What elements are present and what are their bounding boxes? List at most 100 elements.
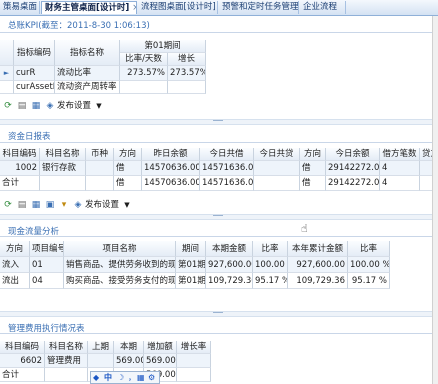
table-cell[interactable]: 合计: [0, 368, 45, 382]
table-cell[interactable]: 第01期间: [176, 257, 206, 273]
table-cell[interactable]: 29142272.00: [326, 176, 380, 191]
table-cell[interactable]: 569.00: [114, 354, 144, 368]
column-header[interactable]: 借方笔数: [380, 148, 420, 161]
table-cell[interactable]: [40, 176, 86, 191]
table-cell[interactable]: [45, 368, 88, 382]
column-header[interactable]: 币种: [86, 148, 114, 161]
tab-policy-desktop[interactable]: 策易桌面: [0, 1, 40, 14]
table-cell[interactable]: 04: [30, 273, 64, 289]
table-cell[interactable]: [86, 176, 114, 191]
print-icon[interactable]: ▤: [17, 101, 27, 111]
table-cell[interactable]: 273.57%: [168, 66, 206, 81]
table-cell[interactable]: 273.57%: [120, 66, 168, 81]
table-cell[interactable]: 109,729.36: [288, 273, 348, 289]
table-cell[interactable]: 1002: [0, 161, 40, 176]
vertical-scrollbar[interactable]: [432, 16, 438, 384]
moon-icon[interactable]: ☽: [117, 372, 124, 383]
table-cell[interactable]: [168, 81, 206, 94]
column-header[interactable]: 科目编码: [0, 148, 40, 161]
table-cell[interactable]: 100.00 %: [253, 257, 288, 273]
table-cell[interactable]: 01: [30, 257, 64, 273]
column-header-code[interactable]: 指标编码: [14, 40, 55, 66]
table-cell[interactable]: 第01期间: [176, 273, 206, 289]
tab-flowchart-desktop[interactable]: 流程图桌面[设计时]: [138, 1, 218, 14]
table-cell[interactable]: [177, 368, 211, 382]
column-header[interactable]: 今日共贷: [254, 148, 300, 161]
document-icon[interactable]: ▦: [31, 200, 41, 210]
column-header-period[interactable]: 第01期间: [120, 40, 206, 53]
table-cell[interactable]: 借: [114, 176, 142, 191]
document-icon[interactable]: ▦: [31, 101, 41, 111]
table-cell[interactable]: 14571636.00: [200, 161, 254, 176]
table-cell[interactable]: 14571636.00: [200, 176, 254, 191]
column-header[interactable]: 本期: [114, 341, 144, 354]
table-cell[interactable]: 购买商品、接受劳务支付的现金: [64, 273, 176, 289]
table-cell[interactable]: 14570636.00: [142, 161, 200, 176]
table-cell[interactable]: [254, 176, 300, 191]
column-header[interactable]: 增长率: [177, 341, 211, 354]
tab-alert-task-management[interactable]: 预警和定时任务管理: [219, 1, 299, 14]
table-cell[interactable]: 借: [300, 176, 326, 191]
column-header-name[interactable]: 指标名称: [55, 40, 120, 66]
table-cell[interactable]: 29142272.00: [326, 161, 380, 176]
table-cell[interactable]: 4: [380, 161, 420, 176]
table-cell[interactable]: [86, 161, 114, 176]
keyboard-icon[interactable]: ▦: [137, 372, 145, 383]
column-header[interactable]: 上期: [88, 341, 114, 354]
column-header[interactable]: 今日共借: [200, 148, 254, 161]
table-cell[interactable]: [177, 354, 211, 368]
tab-finance-manager-desktop[interactable]: 财务主管桌面[设计时]×: [41, 1, 137, 14]
column-header-ratio[interactable]: 比率/天数: [120, 53, 168, 66]
column-header[interactable]: 项目编号: [30, 241, 64, 257]
table-cell[interactable]: 6602: [0, 354, 45, 368]
chevron-down-icon[interactable]: ▼: [94, 101, 104, 111]
column-header[interactable]: 项目名称: [64, 241, 176, 257]
column-header[interactable]: 期间: [176, 241, 206, 257]
publish-icon[interactable]: ◈: [45, 101, 55, 111]
table-cell[interactable]: [120, 81, 168, 94]
table-cell[interactable]: 银行存款: [40, 161, 86, 176]
column-header[interactable]: 方向: [0, 241, 30, 257]
publish-settings-button[interactable]: 发布设置: [85, 199, 119, 212]
ime-toolbar[interactable]: ◆ 中 ☽ ， ▦ ⚙: [90, 371, 160, 384]
column-header[interactable]: 比率: [348, 241, 390, 257]
table-cell[interactable]: [88, 354, 114, 368]
filter-icon[interactable]: ▾: [59, 200, 69, 210]
ime-language-toggle[interactable]: 中: [104, 372, 112, 383]
chevron-down-icon[interactable]: ▼: [122, 200, 132, 210]
publish-icon[interactable]: ◈: [73, 200, 83, 210]
refresh-icon[interactable]: ⟳: [3, 101, 13, 111]
column-header-growth[interactable]: 增长: [168, 53, 206, 66]
table-cell[interactable]: 4: [380, 176, 420, 191]
panel-splitter[interactable]: [0, 214, 438, 220]
table-cell[interactable]: 流动比率: [55, 66, 120, 81]
column-header[interactable]: 本期金额: [206, 241, 253, 257]
column-header[interactable]: 今日余额: [326, 148, 380, 161]
table-cell[interactable]: 95.17 %: [253, 273, 288, 289]
table-cell[interactable]: 借: [114, 161, 142, 176]
punctuation-icon[interactable]: ，: [128, 372, 136, 383]
table-cell[interactable]: 流出: [0, 273, 30, 289]
column-header[interactable]: 方向: [300, 148, 326, 161]
table-cell[interactable]: 14570636.00: [142, 176, 200, 191]
table-cell[interactable]: 927,600.00: [206, 257, 253, 273]
panel-splitter[interactable]: [0, 119, 438, 125]
refresh-icon[interactable]: ⟳: [3, 200, 13, 210]
table-cell[interactable]: 109,729.36: [206, 273, 253, 289]
table-cell[interactable]: 927,600.00: [288, 257, 348, 273]
chart-icon[interactable]: ▣: [45, 200, 55, 210]
table-cell[interactable]: 流入: [0, 257, 30, 273]
table-cell[interactable]: [254, 161, 300, 176]
column-header[interactable]: 昨日余额: [142, 148, 200, 161]
table-cell[interactable]: curR: [14, 66, 55, 81]
publish-settings-button[interactable]: 发布设置: [57, 100, 91, 113]
column-header[interactable]: 科目编码: [0, 341, 45, 354]
print-icon[interactable]: ▤: [17, 200, 27, 210]
table-cell[interactable]: 流动资产周转率: [55, 81, 120, 94]
column-header[interactable]: 方向: [114, 148, 142, 161]
table-cell[interactable]: 销售商品、提供劳务收到的现金: [64, 257, 176, 273]
tab-enterprise-process[interactable]: 企业流程: [300, 1, 346, 14]
table-cell[interactable]: 合计: [0, 176, 40, 191]
table-cell[interactable]: 100.00 %: [348, 257, 390, 273]
panel-splitter[interactable]: [0, 311, 438, 317]
